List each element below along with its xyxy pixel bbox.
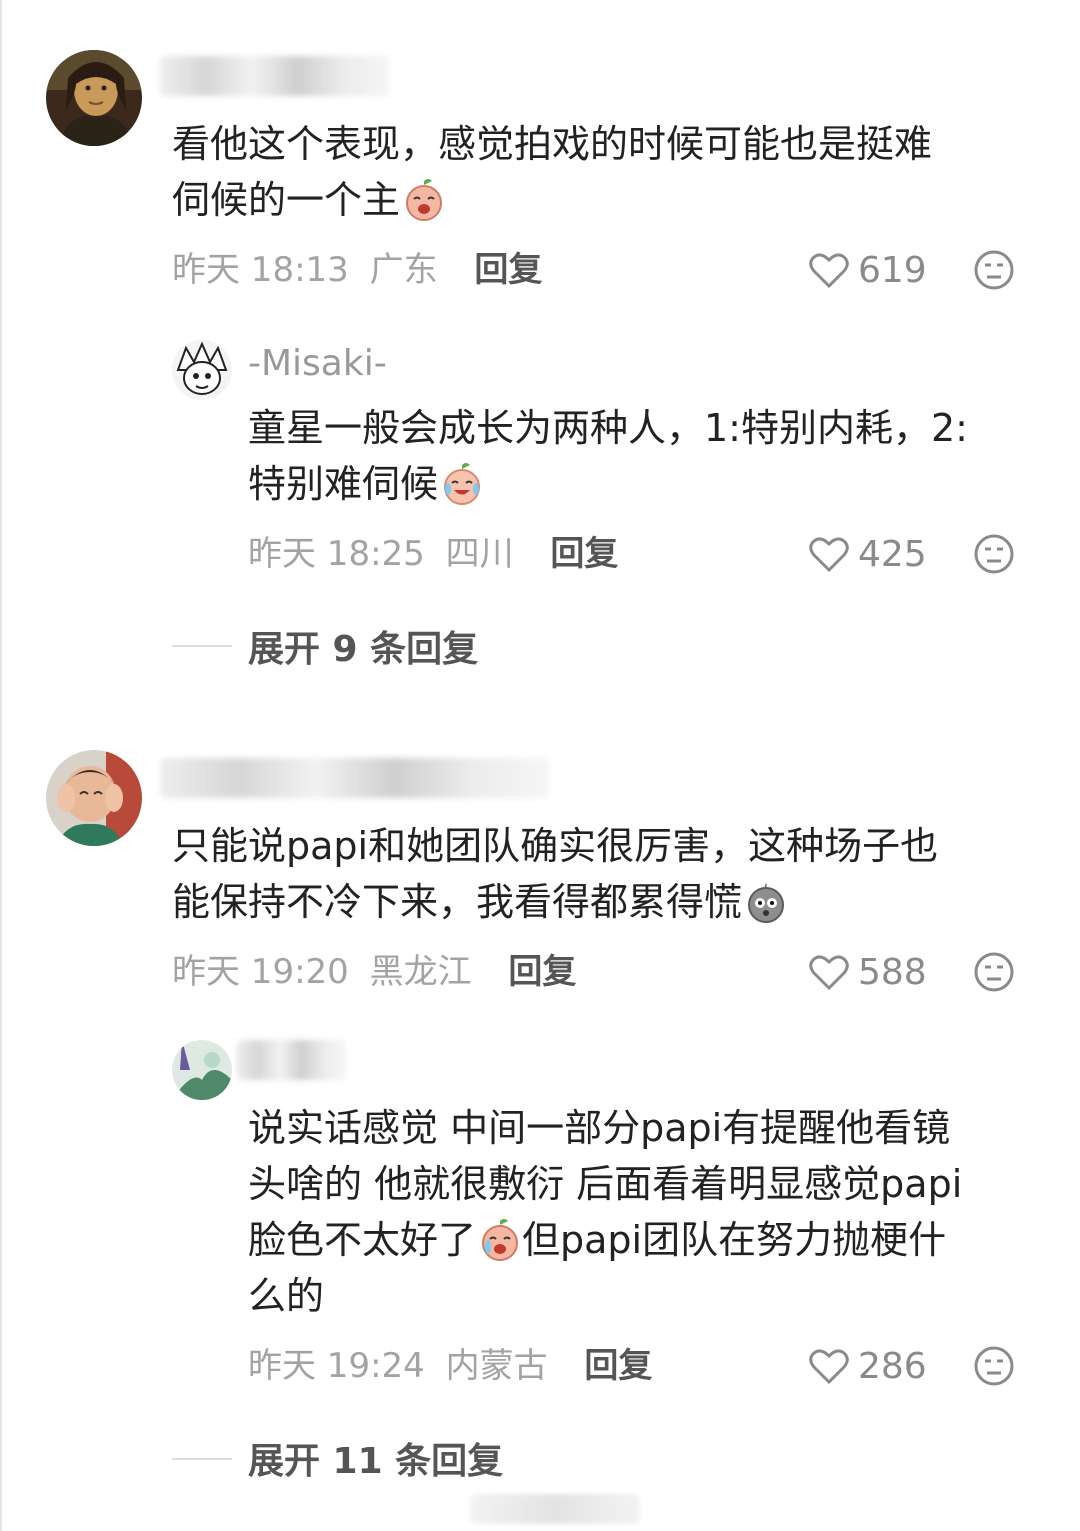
watermark-blurred: [470, 1494, 640, 1524]
comment-time: 昨天 18:13: [172, 250, 349, 290]
reply-time: 昨天 19:24: [248, 1346, 425, 1386]
heart-icon: [809, 1349, 849, 1385]
dislike-face-icon[interactable]: [973, 533, 1015, 575]
expand-divider: [172, 645, 232, 647]
reply-location: 四川: [445, 534, 514, 574]
reply-avatar[interactable]: [172, 1040, 232, 1100]
dislike-face-icon[interactable]: [973, 249, 1015, 291]
comment-location: 广东: [369, 250, 438, 290]
reply-location: 内蒙古: [445, 1346, 548, 1386]
reply-time: 昨天 18:25: [248, 534, 425, 574]
dislike-face-icon[interactable]: [973, 951, 1015, 993]
reply-meta: 昨天 18:25 四川 回复: [248, 532, 618, 576]
expand-replies-button[interactable]: 展开 11 条回复: [248, 1436, 503, 1482]
like-button[interactable]: 619: [808, 248, 927, 292]
reply-button[interactable]: 回复: [584, 1346, 652, 1386]
avatar-plant-image: [172, 1040, 232, 1100]
heart-icon: [809, 253, 849, 289]
username-blurred[interactable]: [160, 56, 390, 96]
heart-icon: [809, 955, 849, 991]
expand-replies-button[interactable]: 展开 9 条回复: [248, 624, 478, 670]
like-button[interactable]: 588: [808, 950, 927, 994]
comment-text: 看他这个表现，感觉拍戏的时候可能也是挺难 伺候的一个主: [172, 122, 933, 222]
like-count: 588: [858, 951, 927, 993]
crying-peach-emoji-icon: [406, 179, 443, 221]
like-count: 619: [858, 249, 927, 291]
reply-button[interactable]: 回复: [474, 250, 542, 290]
like-count: 286: [858, 1345, 927, 1387]
username-blurred[interactable]: [160, 758, 550, 798]
crying-peach-emoji-icon: [482, 1219, 519, 1261]
left-edge-border: [0, 0, 2, 1531]
reply-meta: 昨天 19:24 内蒙古 回复: [248, 1344, 652, 1388]
comment-meta: 昨天 19:20 黑龙江 回复: [172, 950, 576, 994]
dislike-face-icon[interactable]: [973, 1345, 1015, 1387]
reply-username[interactable]: -Misaki-: [248, 342, 387, 386]
avatar-child-image: [46, 750, 142, 846]
reply-text: 说实话感觉 中间一部分papi有提醒他看镜 头啥的 他就很敷衍 后面看着明显感觉…: [248, 1106, 963, 1318]
like-count: 425: [858, 533, 927, 575]
comment-meta: 昨天 18:13 广东 回复: [172, 248, 542, 292]
like-button[interactable]: 286: [808, 1344, 927, 1388]
laugh-cry-peach-emoji-icon: [444, 463, 481, 505]
reply-button[interactable]: 回复: [550, 534, 618, 574]
comment-text: 只能说papi和她团队确实很厉害，这种场子也 能保持不冷下来，我看得都累得慌: [172, 824, 939, 924]
reply-text: 童星一般会成长为两种人，1:特别内耗，2: 特别难伺候: [248, 406, 968, 506]
reply-button[interactable]: 回复: [508, 952, 576, 992]
avatar-manga-image: [172, 340, 232, 400]
avatar-mona-lisa-image: [46, 50, 142, 146]
comment-time: 昨天 19:20: [172, 952, 349, 992]
expand-divider: [172, 1458, 232, 1460]
shocked-bird-emoji-icon: [748, 883, 785, 923]
reply-avatar[interactable]: [172, 340, 232, 400]
like-button[interactable]: 425: [808, 532, 927, 576]
heart-icon: [809, 537, 849, 573]
reply-username-blurred[interactable]: [236, 1040, 346, 1080]
comment-location: 黑龙江: [369, 952, 472, 992]
avatar[interactable]: [46, 50, 142, 146]
avatar[interactable]: [46, 750, 142, 846]
